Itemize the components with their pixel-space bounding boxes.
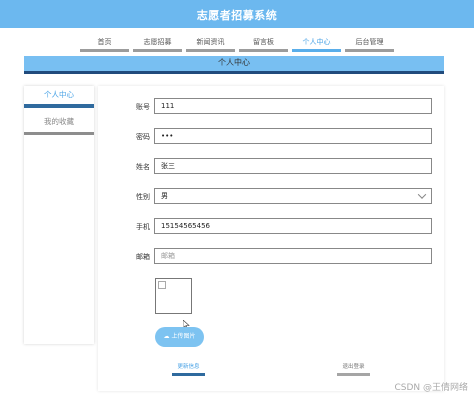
tab-underline <box>186 49 235 52</box>
tab-label: 后台管理 <box>355 38 384 46</box>
logout-button[interactable]: 退出登录 <box>337 362 370 376</box>
tab-underline <box>133 49 182 52</box>
tab-label: 个人中心 <box>302 38 331 46</box>
email-label: 邮箱 <box>136 253 150 261</box>
update-button-underline <box>172 373 205 376</box>
name-row: 姓名 张三 <box>98 158 444 176</box>
tab-label: 留言板 <box>253 38 274 46</box>
section-header: 个人中心 <box>24 56 444 74</box>
update-info-label: 更新信息 <box>177 364 200 370</box>
gender-row: 性别 男 <box>98 188 444 206</box>
tab-underline <box>292 49 341 52</box>
email-row: 邮箱 邮箱 <box>98 248 444 266</box>
tab-underline <box>345 49 394 52</box>
tab-home[interactable]: 首页 <box>80 34 129 52</box>
account-label: 账号 <box>136 103 150 111</box>
chevron-down-icon <box>417 190 427 199</box>
sidebar-item-favorites[interactable]: 我的收藏 <box>24 113 94 135</box>
sidebar-item-personal-center[interactable]: 个人中心 <box>24 86 94 108</box>
password-row: 密码 ••• <box>98 128 444 146</box>
tab-message-board[interactable]: 留言板 <box>239 34 288 52</box>
account-row: 账号 111 <box>98 98 444 116</box>
tab-label: 志愿招募 <box>143 38 172 46</box>
sidebar-item-label: 我的收藏 <box>44 117 74 126</box>
section-title: 个人中心 <box>218 58 250 67</box>
tab-label: 首页 <box>97 38 112 46</box>
phone-label: 手机 <box>136 223 150 231</box>
tab-label: 新闻资讯 <box>196 38 225 46</box>
password-field[interactable]: ••• <box>154 128 432 144</box>
upload-cloud-icon: ☁ <box>163 333 170 340</box>
broken-image-icon <box>158 281 166 289</box>
profile-form: 账号 111 密码 ••• 姓名 张三 性别 男 手机 15154565456 … <box>98 86 444 391</box>
tab-personal-center[interactable]: 个人中心 <box>292 34 341 52</box>
password-label: 密码 <box>136 133 150 141</box>
gender-label: 性别 <box>136 193 150 201</box>
tab-news[interactable]: 新闻资讯 <box>186 34 235 52</box>
logout-label: 退出登录 <box>342 364 365 370</box>
tab-volunteer-recruit[interactable]: 志愿招募 <box>133 34 182 52</box>
update-info-button[interactable]: 更新信息 <box>172 362 205 376</box>
upload-image-button[interactable]: ☁ 上传图片 <box>155 327 204 347</box>
section-underline <box>24 71 444 74</box>
phone-field[interactable]: 15154565456 <box>154 218 432 234</box>
avatar-image-placeholder <box>155 278 192 314</box>
tab-underline <box>80 49 129 52</box>
watermark: CSDN @王倩网络 <box>394 383 468 393</box>
email-field[interactable]: 邮箱 <box>154 248 432 264</box>
sidebar: 个人中心 我的收藏 <box>24 86 94 344</box>
tab-underline <box>239 49 288 52</box>
sidebar-item-underline <box>24 132 94 135</box>
account-field[interactable]: 111 <box>154 98 432 114</box>
app-title: 志愿者招募系统 <box>196 9 278 22</box>
phone-row: 手机 15154565456 <box>98 218 444 236</box>
logout-button-underline <box>337 373 370 376</box>
sidebar-item-label: 个人中心 <box>44 90 74 99</box>
sidebar-item-underline <box>24 104 94 108</box>
gender-value: 男 <box>161 192 168 200</box>
name-field[interactable]: 张三 <box>154 158 432 174</box>
tab-admin[interactable]: 后台管理 <box>345 34 394 52</box>
top-header: 志愿者招募系统 <box>0 0 474 28</box>
main-nav: 首页 志愿招募 新闻资讯 留言板 个人中心 后台管理 <box>80 34 394 52</box>
gender-select[interactable]: 男 <box>154 188 432 204</box>
upload-button-label: 上传图片 <box>171 333 196 340</box>
name-label: 姓名 <box>136 163 150 171</box>
